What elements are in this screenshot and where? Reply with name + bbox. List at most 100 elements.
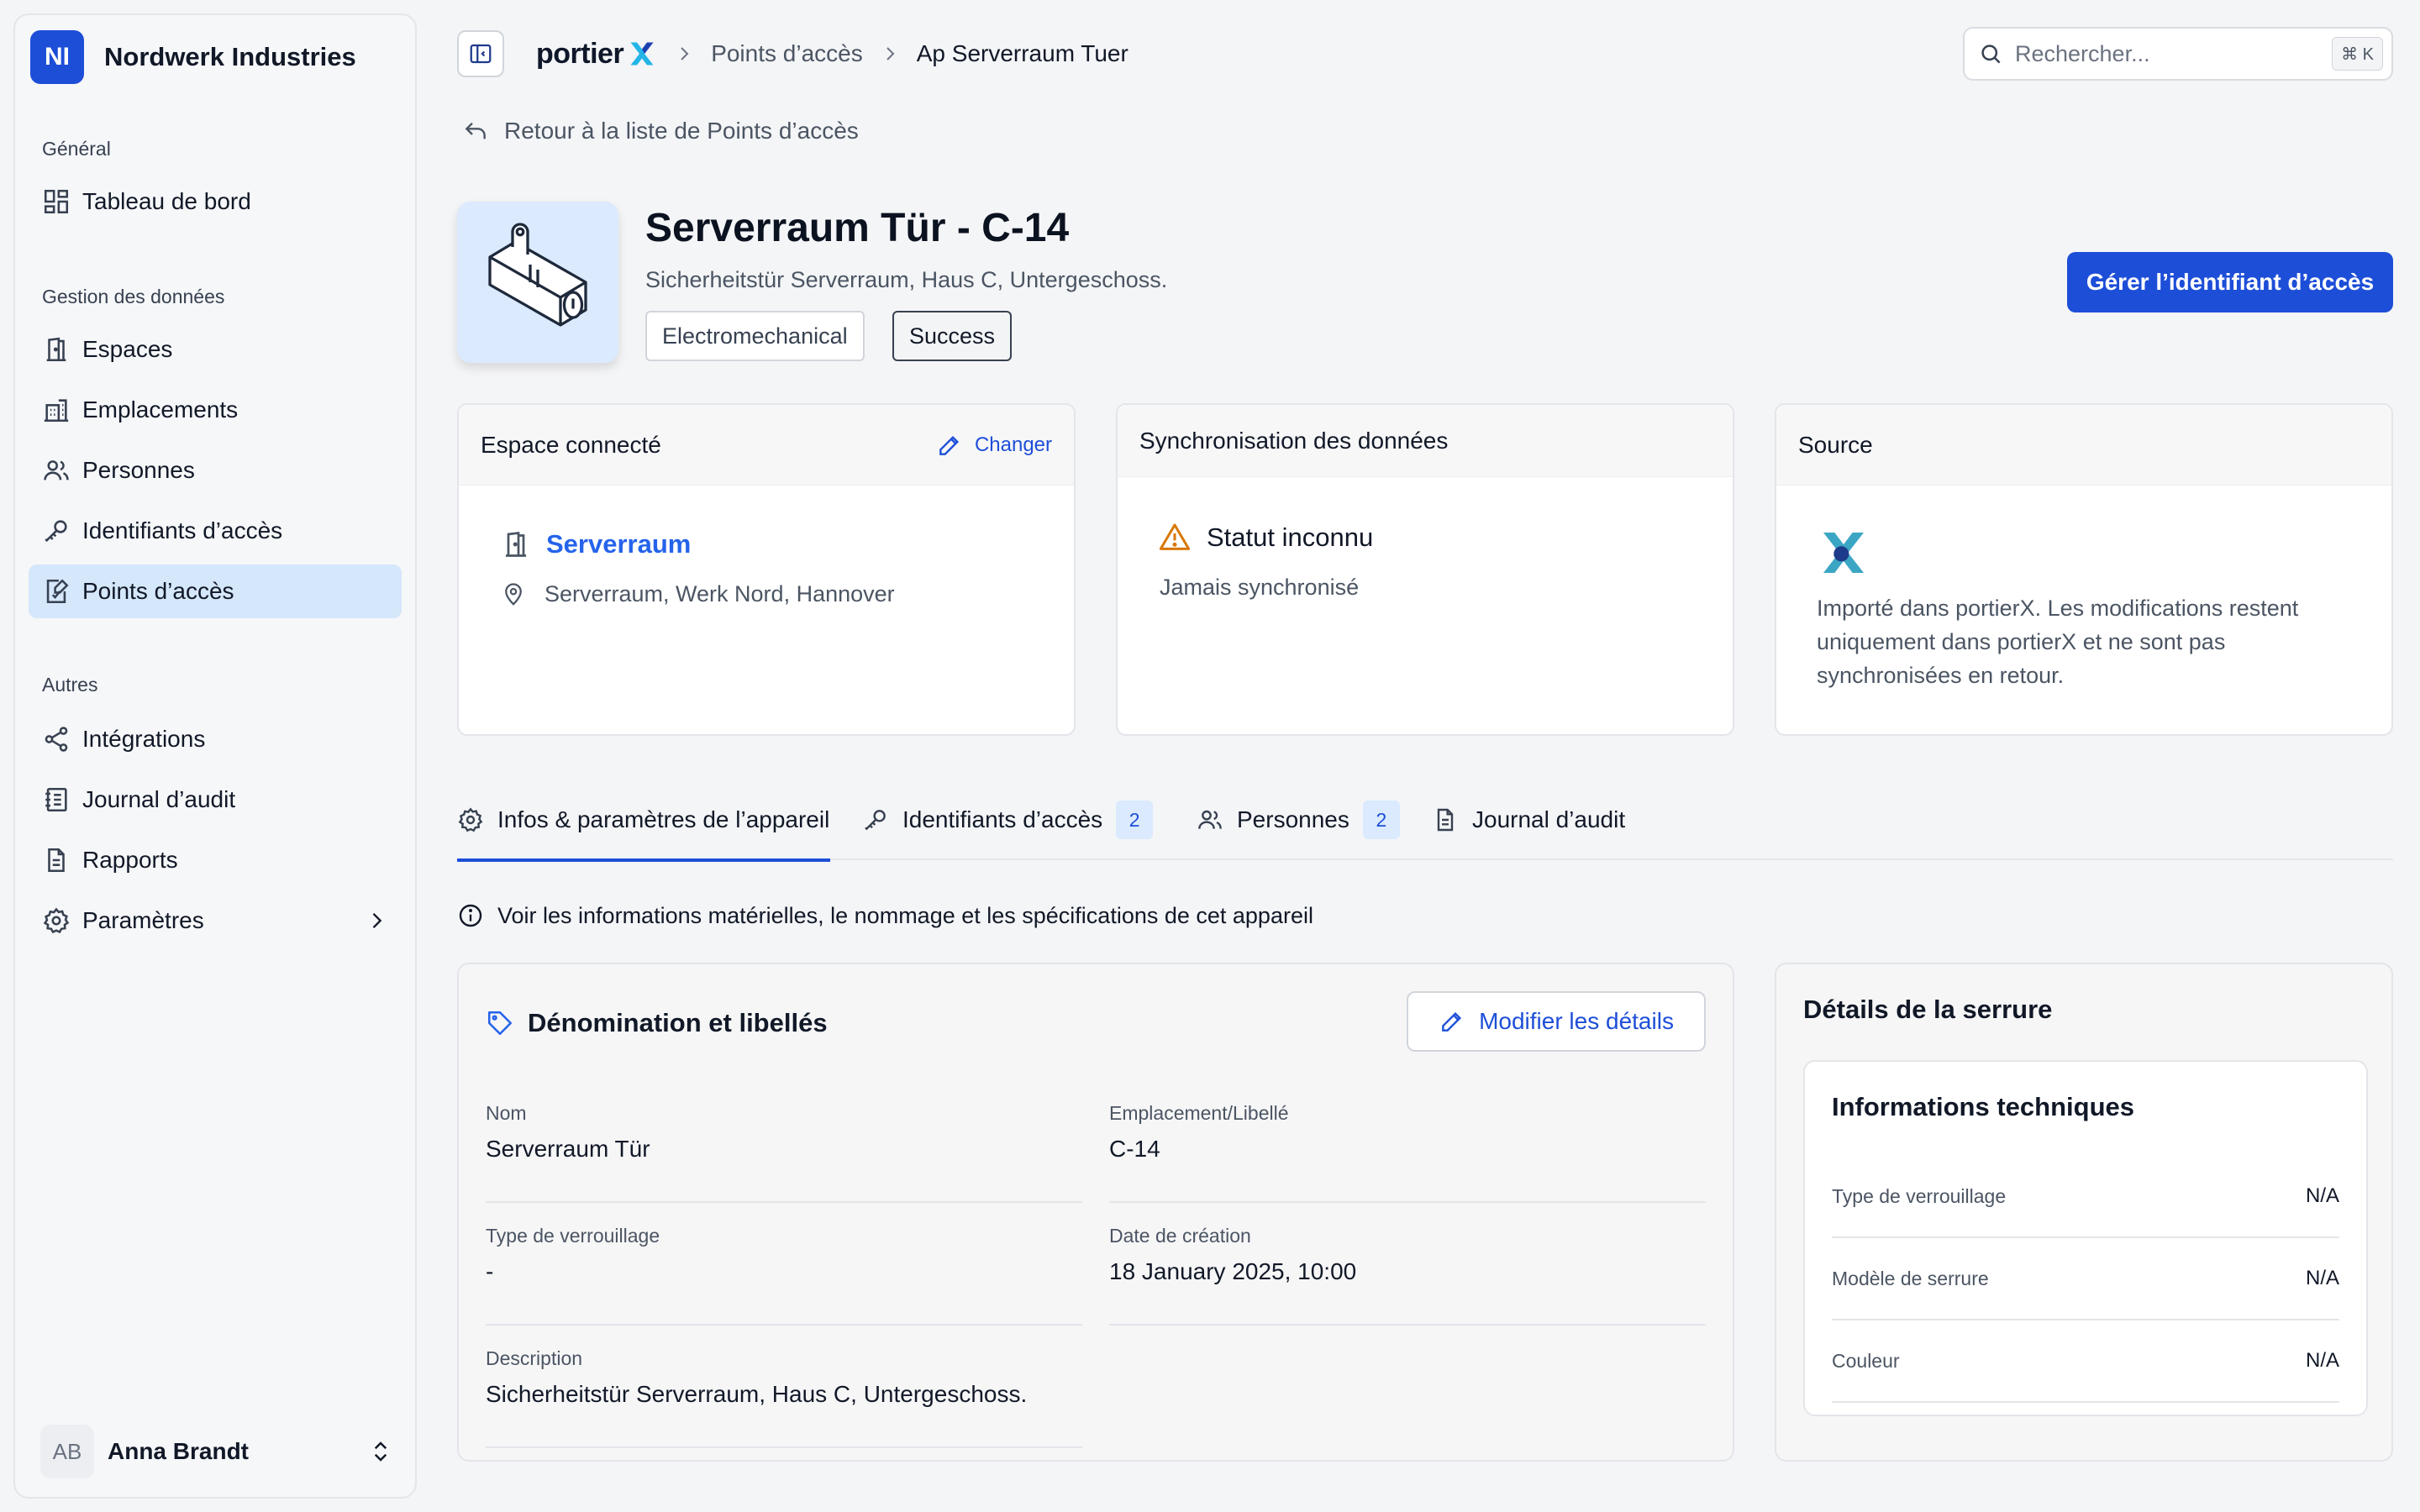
source-card: Source Importé dans portierX. Les modifi… [1775,403,2393,736]
change-space-link[interactable]: Changer [936,432,1052,459]
nav-section-general: Général [42,138,111,160]
nav-section-other: Autres [42,674,98,696]
building-icon [44,399,69,423]
tab-label: Identifiants d’accès [902,806,1103,832]
sidebar-item-integrations[interactable]: Intégrations [29,712,402,766]
brand-name: portier [536,37,624,70]
dashboard-icon [44,189,69,214]
sidebar-item-label: Espaces [82,336,173,362]
lock-cylinder-icon [488,223,587,327]
back-link-label: Retour à la liste de Points d’accès [504,118,859,144]
breadcrumb-current: Ap Serverraum Tuer [916,40,1128,66]
avatar: AB [40,1425,94,1478]
chevron-right-icon [372,913,382,928]
pencil-icon [1442,1011,1462,1032]
lock-details-panel: Détails de la serrure Informations techn… [1775,963,2393,1462]
warning-icon [1159,523,1191,550]
user-name: Anna Brandt [108,1438,249,1464]
user-menu[interactable]: AB Anna Brandt [29,1425,402,1478]
portierx-logo-icon [1823,533,1864,573]
tech-row-label: Modèle de serrure [1832,1267,1989,1289]
sidebar-item-locations[interactable]: Emplacements [29,383,402,437]
back-arrow-icon [465,122,486,139]
type-badge: Electromechanical [645,311,865,361]
chevron-right-icon [681,47,689,60]
nav-section-data: Gestion des données [42,286,225,307]
space-link[interactable]: Serverraum [501,529,691,559]
card-title: Source [1798,431,1873,458]
panel-title: Détails de la serrure [1803,995,2053,1024]
door-icon [46,337,66,362]
gear-icon [458,807,483,832]
org-logo: NI [30,30,84,84]
info-icon [459,904,482,927]
sidebar-item-label: Rapports [82,847,178,873]
sidebar-item-dashboard[interactable]: Tableau de bord [29,175,402,228]
door-icon [506,531,526,557]
source-description: Importé dans portierX. Les modifications… [1817,596,2299,688]
sidebar-item-label: Tableau de bord [82,188,251,214]
gear-icon [43,907,70,934]
sidebar-item-label: Intégrations [82,726,206,752]
tech-row-lock-model: Modèle de serrure N/A [1832,1238,2339,1320]
tech-row-value: N/A [2305,1349,2339,1372]
field-label: Emplacement/Libellé [1109,1102,1289,1124]
chevron-right-icon [886,47,895,60]
tech-row-color: Couleur N/A [1832,1320,2339,1403]
field-value: 18 January 2025, 10:00 [1109,1258,1357,1284]
portierx-x-icon [630,42,654,66]
count-badge: 2 [1116,801,1154,839]
tech-row-value: N/A [2305,1267,2339,1289]
sidebar-item-audit-log[interactable]: Journal d’audit [29,773,402,827]
field-value: C-14 [1109,1136,1160,1162]
sidebar-item-spaces[interactable]: Espaces [29,323,402,376]
sync-card: Synchronisation des données Statut incon… [1116,403,1734,736]
space-name: Serverraum [546,529,692,559]
space-location-text: Serverraum, Werk Nord, Hannover [544,581,895,606]
field-value: - [486,1258,494,1284]
status-badge: Success [892,311,1013,361]
panel-title-text: Dénomination et libellés [528,1008,828,1037]
sidebar-item-label: Paramètres [82,907,204,933]
chevron-up-down-icon [374,1441,387,1462]
tab-audit-log[interactable]: Journal d’audit [1432,780,1625,860]
sidebar-item-credentials[interactable]: Identifiants d’accès [29,504,402,558]
card-header: Source [1776,405,2391,486]
report-icon [48,848,65,873]
sidebar-toggle-button[interactable] [457,30,504,77]
users-icon [1198,810,1222,829]
field-label: Type de verrouillage [486,1225,660,1247]
tab-label: Personnes [1237,806,1349,832]
sidebar-item-label: Points d’accès [82,578,234,604]
field-description: Description Sicherheitstür Serverraum, H… [486,1326,1082,1448]
search-placeholder: Rechercher... [2015,40,2150,66]
tab-people[interactable]: Personnes 2 [1197,780,1400,860]
tab-device-info[interactable]: Infos & paramètres de l’appareil [457,780,830,862]
sidebar-item-label: Journal d’audit [82,786,236,812]
sidebar-item-reports[interactable]: Rapports [29,833,402,887]
sidebar-item-settings[interactable]: Paramètres [29,894,402,948]
search-icon [1981,45,2001,64]
back-link[interactable]: Retour à la liste de Points d’accès [462,118,859,144]
sidebar-collapse-icon [470,44,492,64]
tag-icon [487,1011,513,1036]
field-lock-type: Type de verrouillage - [486,1203,1082,1326]
key-icon [45,520,67,543]
page-title: Serverraum Tür - C-14 [645,206,1070,250]
search-input[interactable]: Rechercher... ⌘ K [1963,27,2393,81]
sync-detail: Jamais synchronisé [1160,575,1360,600]
manage-credential-button[interactable]: Gérer l’identifiant d’accès [2067,252,2393,312]
tab-label: Journal d’audit [1472,806,1626,832]
tabs: Infos & paramètres de l’appareil Identif… [457,780,2393,862]
count-badge: 2 [1362,801,1400,839]
edit-details-button[interactable]: Modifier les détails [1407,991,1706,1052]
tech-row-lock-type: Type de verrouillage N/A [1832,1156,2339,1238]
field-created-date: Date de création 18 January 2025, 10:00 [1109,1203,1706,1326]
tab-credentials[interactable]: Identifiants d’accès 2 [862,780,1154,860]
sidebar-item-access-points[interactable]: Points d’accès [29,564,402,618]
breadcrumb-access-points[interactable]: Points d’accès [711,40,863,67]
sidebar-item-people[interactable]: Personnes [29,444,402,497]
sidebar-item-label: Personnes [82,457,195,483]
org-switcher[interactable]: NI Nordwerk Industries [29,30,402,84]
brand-logo[interactable]: portier [536,38,657,71]
